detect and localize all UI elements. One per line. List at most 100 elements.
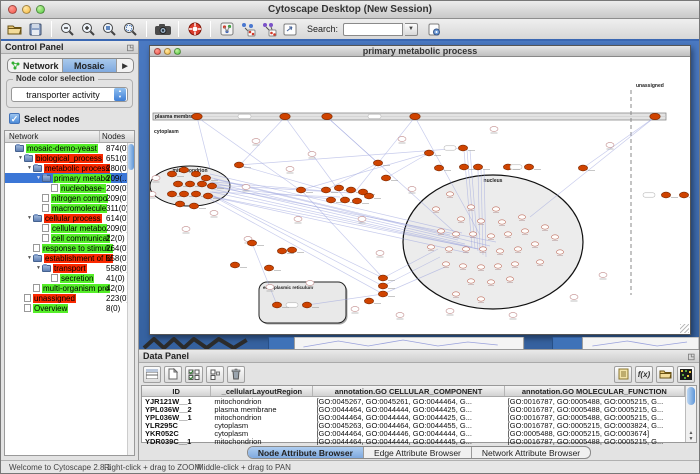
tab-overflow-arrow[interactable]: ▶ (117, 59, 133, 72)
file-icon (42, 224, 49, 232)
table-scrollbar[interactable]: ▲▼ (685, 386, 696, 442)
tree-item-establishment-of-lo[interactable]: ▼establishment of lo558(0) (5, 253, 134, 263)
tree-item-metabolic-process[interactable]: ▼metabolic process280(0) (5, 163, 134, 173)
attribute-grid-icon[interactable] (143, 366, 161, 383)
selected-gene-node (352, 198, 361, 204)
tree-item-multi-organism-pro[interactable]: multi-organism pro42(0) (5, 283, 134, 293)
tree-item-cellular-metabo[interactable]: cellular metabo209(0) (5, 223, 134, 233)
search-input[interactable] (343, 23, 403, 36)
annotation-icon[interactable] (280, 20, 299, 38)
selected-gene-node (321, 187, 330, 193)
notes-icon[interactable] (614, 366, 632, 383)
tree-header[interactable]: Network Nodes (5, 131, 134, 143)
network-view-window[interactable]: primary metabolic process plasma membran… (149, 45, 691, 335)
save-session-icon[interactable] (26, 20, 45, 38)
open-file-icon[interactable] (5, 20, 24, 38)
gene-node (396, 313, 404, 318)
network-view-titlebar[interactable]: primary metabolic process (150, 46, 690, 57)
import-attributes-icon[interactable] (656, 366, 674, 383)
table-row[interactable]: YDR039C__1mitochondrion[GO:0044464, GO:0… (142, 437, 685, 445)
membrane-gene-node (192, 113, 202, 119)
gene-node (266, 285, 274, 290)
select-nodes-checkbox[interactable]: ✓ (9, 113, 20, 124)
gene-node (462, 247, 469, 251)
tree-item-overview[interactable]: Overview8(0) (5, 303, 134, 313)
gene-node (467, 205, 474, 209)
tree-item-primary-metabo[interactable]: ▼primary metabo209(... (5, 173, 134, 183)
selected-gene-node (373, 160, 382, 166)
gene-node (358, 217, 366, 222)
snapshot-icon[interactable] (153, 20, 172, 38)
tree-item-nitrogen-compo[interactable]: nitrogen compo209(0) (5, 193, 134, 203)
zoom-in-icon[interactable] (79, 20, 98, 38)
tree-item-unassigned[interactable]: unassigned223(0) (5, 293, 134, 303)
tree-item-cellular-process[interactable]: ▼cellular process614(0) (5, 213, 134, 223)
tree-item-mosaic-demo-yeast[interactable]: mosaic-demo-yeast874(0) (5, 143, 134, 153)
gene-node (446, 192, 453, 196)
unselect-attributes-icon[interactable] (206, 366, 224, 383)
tree-item-response-to-stimulu[interactable]: response to stimulu264(0) (5, 243, 134, 253)
layout-hierarchic-icon[interactable] (259, 20, 278, 38)
gene-node (514, 247, 521, 251)
search-settings-icon[interactable] (425, 20, 444, 38)
tree-item-nucleobase-[interactable]: nucleobase-209(0) (5, 183, 134, 193)
folder-icon (24, 155, 33, 162)
expander-icon[interactable]: ▼ (35, 175, 42, 181)
gene-node (511, 262, 518, 266)
expander-icon[interactable]: ▼ (35, 265, 42, 271)
expander-icon[interactable]: ▼ (26, 165, 33, 171)
nucleus-compartment (403, 175, 583, 309)
tab-node-attribute-browser[interactable]: Node Attribute Browser (248, 447, 364, 458)
zoom-fit-icon[interactable] (100, 20, 119, 38)
delete-attribute-icon[interactable] (227, 366, 245, 383)
attribute-table-header[interactable]: ID_cellularLayoutRegionannotation.GO CEL… (142, 386, 685, 397)
toolbar-separator (51, 21, 52, 37)
expander-icon[interactable]: ▼ (17, 155, 24, 161)
help-icon[interactable] (185, 20, 204, 38)
unassigned-label: unassigned (636, 83, 664, 89)
zoom-selected-region-icon[interactable] (121, 20, 140, 38)
column-header[interactable]: ID (142, 386, 211, 396)
heatmap-icon[interactable] (677, 366, 695, 383)
group-label: Node color selection (13, 74, 98, 83)
folder-icon (33, 165, 42, 172)
tab-mosaic[interactable]: Mosaic (63, 59, 118, 72)
gene-node (606, 143, 614, 148)
node-label-box (643, 193, 655, 197)
function-builder-icon[interactable]: f(x) (635, 366, 653, 383)
gene-node (487, 280, 494, 284)
selected-gene-node (277, 248, 286, 254)
edge (530, 117, 655, 217)
expander-icon[interactable]: ▼ (26, 215, 33, 221)
node-color-dropdown[interactable]: transporter activity ▲▼ (11, 87, 128, 102)
tree-item-macromolecule[interactable]: macromolecule311(0) (5, 203, 134, 213)
selected-gene-node (302, 302, 311, 308)
column-header[interactable]: annotation.GO CELLULAR_COMPONENT (313, 386, 504, 396)
network-canvas[interactable]: plasma membranemitochondrionnucleusendop… (150, 57, 690, 334)
column-header[interactable]: _cellularLayoutRegion (211, 386, 313, 396)
tree-item-transport[interactable]: ▼transport558(0) (5, 263, 134, 273)
tab-network-attribute-browser[interactable]: Network Attribute Browser (472, 447, 590, 458)
new-attribute-icon[interactable] (164, 366, 182, 383)
status-welcome: Welcome to Cytoscape 2.8.1 (9, 463, 111, 472)
tree-item-label: macromolecule (51, 204, 107, 213)
window-resize-grip[interactable] (680, 324, 689, 333)
gene-node (351, 307, 359, 312)
tree-scrollbar[interactable] (127, 143, 134, 455)
tab-edge-attribute-browser[interactable]: Edge Attribute Browser (364, 447, 472, 458)
tree-item-cell-communicat[interactable]: cell communicat22(0) (5, 233, 134, 243)
zoom-out-icon[interactable] (58, 20, 77, 38)
expander-icon[interactable]: ▼ (26, 255, 33, 261)
tree-item-secretion[interactable]: secretion41(0) (5, 273, 134, 283)
tab-network[interactable]: Network (8, 59, 63, 72)
tree-item-biological-process[interactable]: ▼biological_process651(0) (5, 153, 134, 163)
select-attributes-icon[interactable] (185, 366, 203, 383)
membrane-gene-node (280, 113, 290, 119)
layout-organic-icon[interactable] (238, 20, 257, 38)
vizmapper-icon[interactable] (217, 20, 236, 38)
float-data-panel-icon[interactable]: ◳ (687, 352, 695, 361)
float-panel-icon[interactable]: ◳ (126, 43, 134, 52)
column-header[interactable]: annotation.GO MOLECULAR_FUNCTION (505, 386, 685, 396)
selected-gene-node (201, 175, 210, 181)
search-dropdown-arrow[interactable]: ▼ (405, 23, 418, 36)
